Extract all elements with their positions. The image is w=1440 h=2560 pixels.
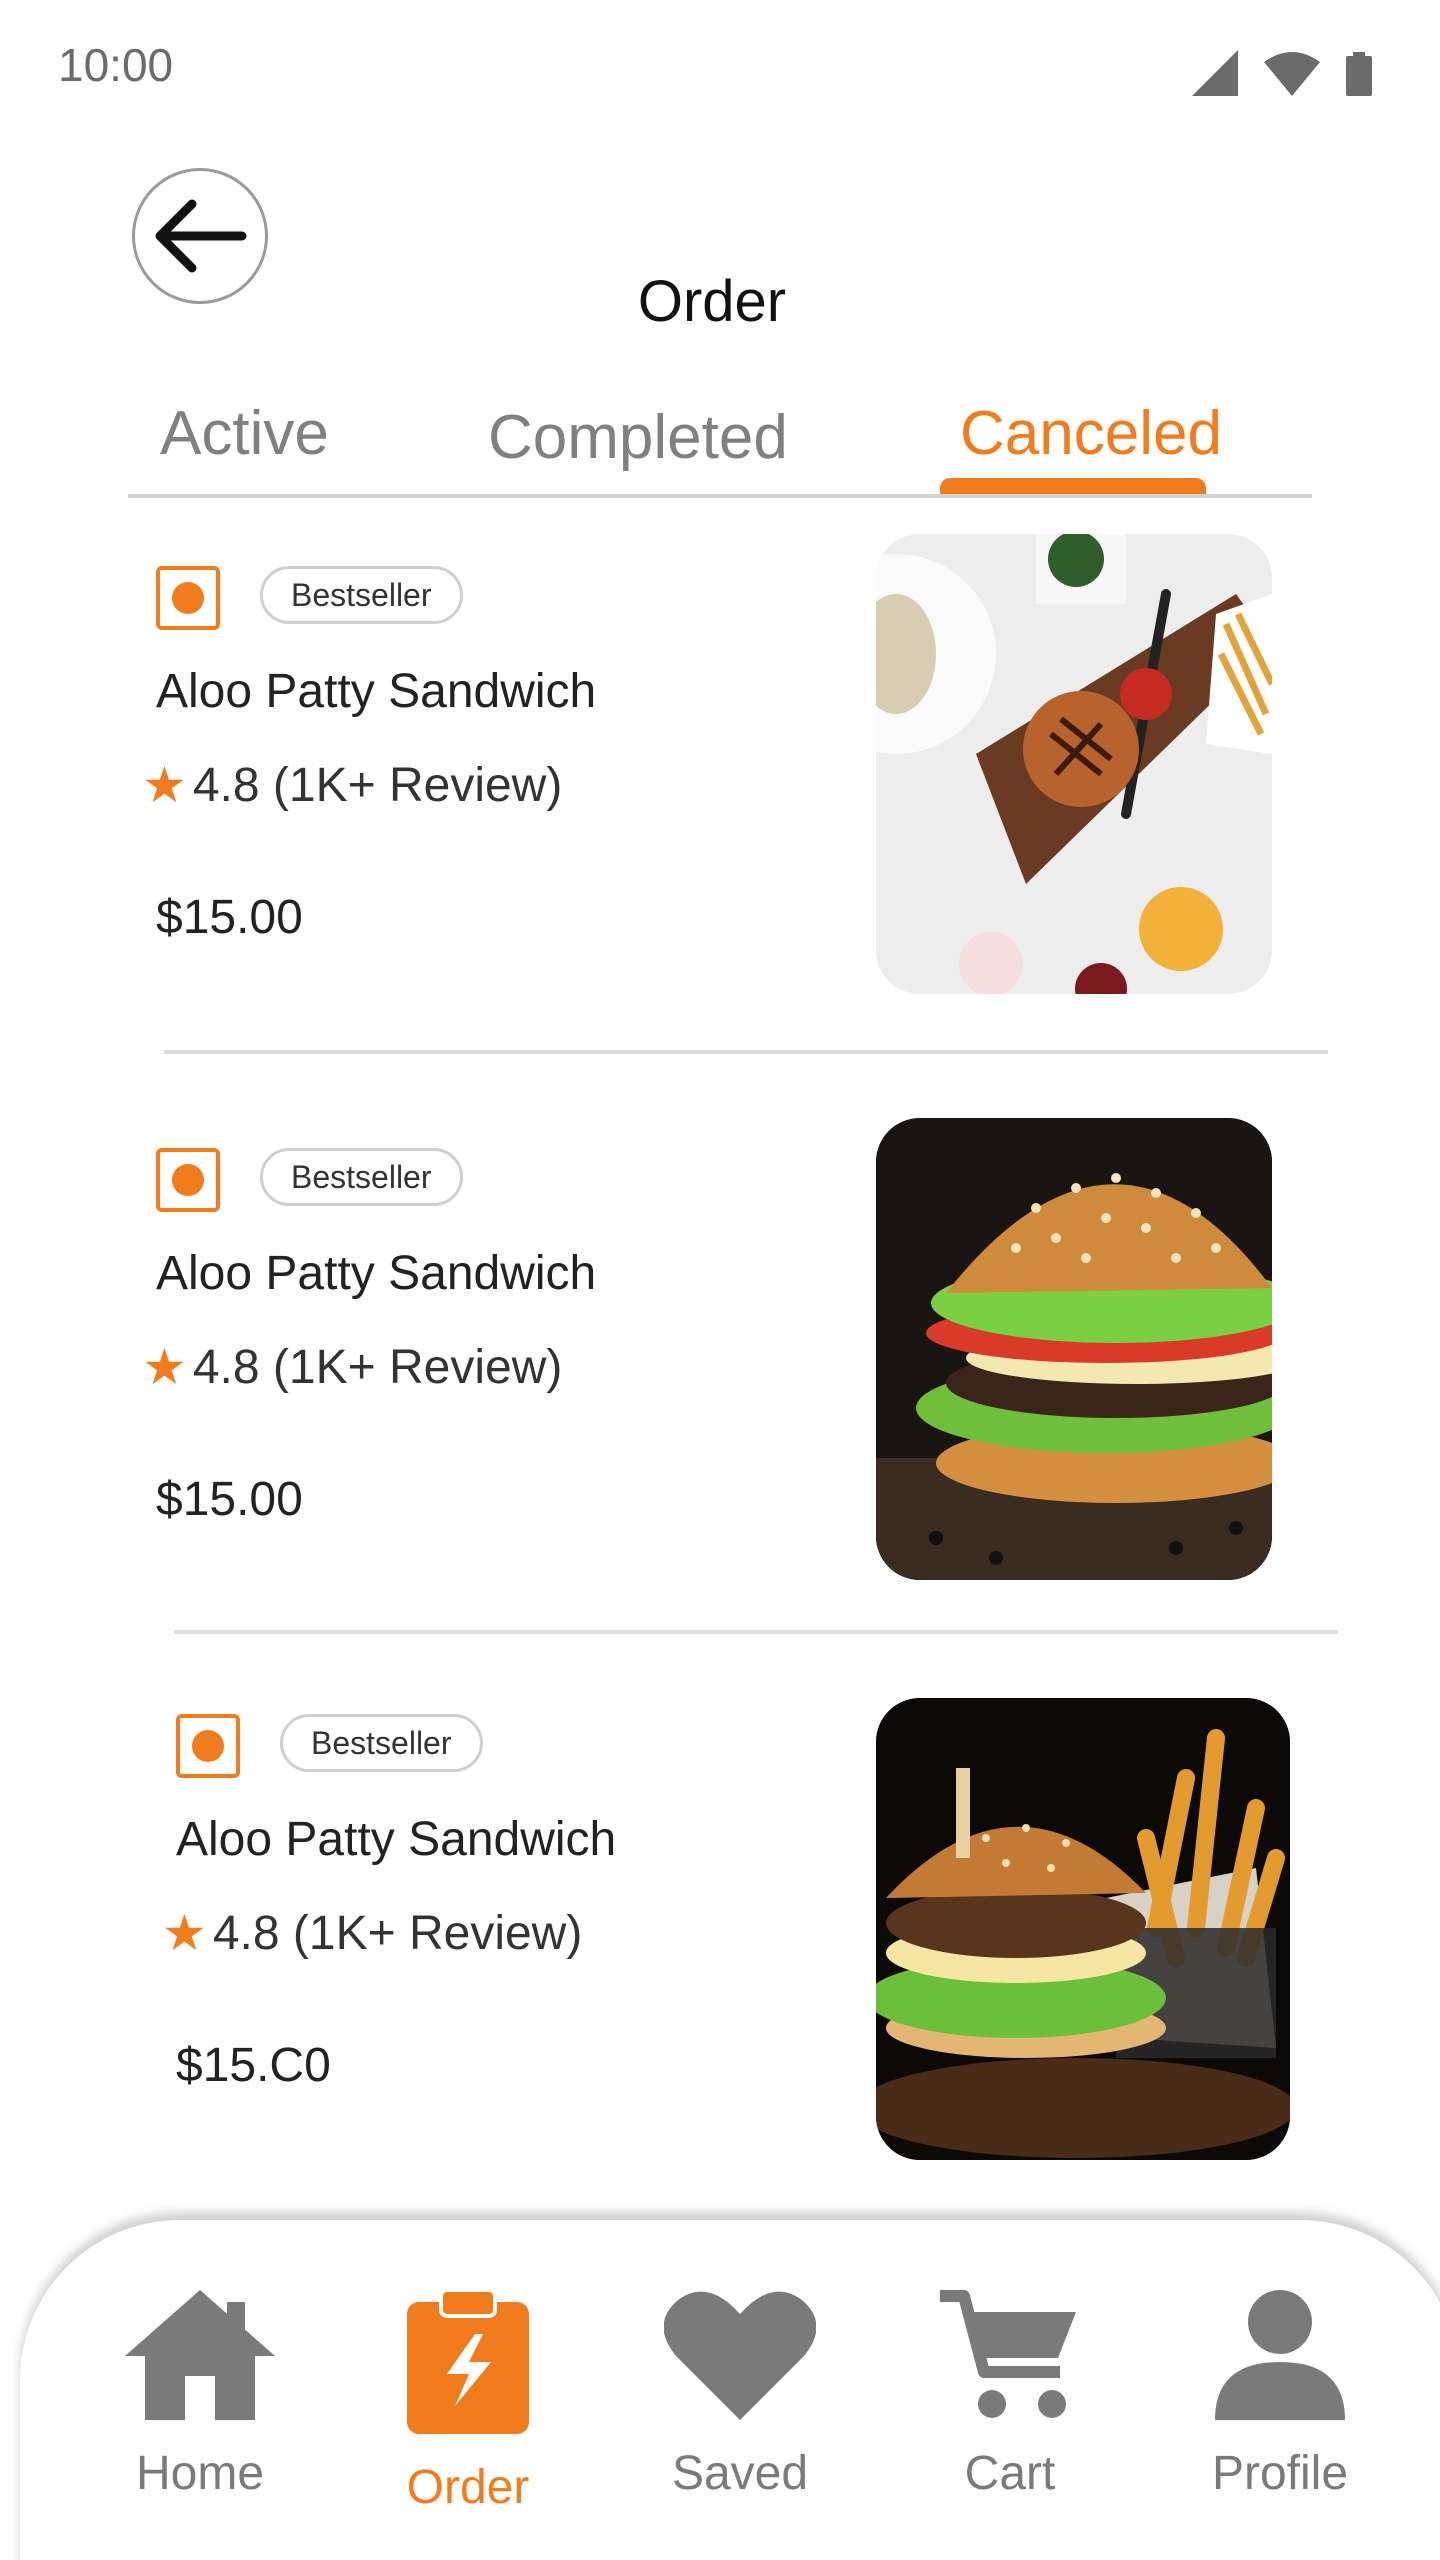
food-image xyxy=(876,1118,1272,1580)
nav-saved-label: Saved xyxy=(671,2447,809,2500)
nav-cart-label: Cart xyxy=(964,2447,1056,2500)
status-time: 10:00 xyxy=(58,39,174,91)
veg-mark-icon xyxy=(156,1148,220,1212)
order-clipboard-icon xyxy=(407,2290,529,2434)
status-icons xyxy=(1192,50,1372,96)
rating-text: 4.8 (1K+ Review) xyxy=(212,1906,583,1960)
tab-completed[interactable]: Completed xyxy=(488,402,788,473)
card-divider xyxy=(164,1050,1328,1054)
arrow-left-icon xyxy=(155,199,247,273)
tab-active-indicator xyxy=(940,478,1206,494)
item-price: $15.C0 xyxy=(176,2039,331,2092)
page-title: Order xyxy=(637,269,787,334)
heart-icon xyxy=(664,2291,816,2420)
item-name: Aloo Patty Sandwich xyxy=(156,1247,597,1300)
battery-icon xyxy=(1346,52,1372,96)
nav-cart[interactable]: Cart xyxy=(890,2290,1130,2501)
food-image xyxy=(876,534,1272,994)
profile-icon xyxy=(1215,2290,1345,2420)
order-card[interactable]: Bestseller Aloo Patty Sandwich ★ 4.8 (1K… xyxy=(0,1112,1440,1634)
nav-home-label: Home xyxy=(135,2447,265,2500)
nav-order[interactable]: Order xyxy=(348,2290,588,2515)
nav-saved[interactable]: Saved xyxy=(620,2290,860,2501)
bestseller-badge: Bestseller xyxy=(260,566,463,624)
order-card[interactable]: Bestseller Aloo Patty Sandwich ★ 4.8 (1K… xyxy=(0,1678,1440,2198)
star-icon: ★ xyxy=(142,757,187,813)
signal-icon xyxy=(1192,50,1238,96)
veg-mark-icon xyxy=(156,566,220,630)
nav-profile[interactable]: Profile xyxy=(1160,2290,1400,2501)
wifi-icon xyxy=(1264,52,1320,96)
bestseller-badge: Bestseller xyxy=(260,1148,463,1206)
tab-active[interactable]: Active xyxy=(160,398,329,469)
item-price: $15.00 xyxy=(156,1473,303,1526)
item-price: $15.00 xyxy=(156,891,303,944)
nav-home[interactable]: Home xyxy=(80,2290,320,2501)
nav-profile-label: Profile xyxy=(1211,2447,1349,2500)
bestseller-badge: Bestseller xyxy=(280,1714,483,1772)
item-rating: ★ 4.8 (1K+ Review) xyxy=(142,1338,562,1396)
food-image xyxy=(876,1698,1290,2160)
nav-order-label: Order xyxy=(406,2461,530,2514)
item-name: Aloo Patty Sandwich xyxy=(176,1813,617,1866)
item-rating: ★ 4.8 (1K+ Review) xyxy=(142,756,562,814)
item-name: Aloo Patty Sandwich xyxy=(156,665,597,718)
item-rating: ★ 4.8 (1K+ Review) xyxy=(162,1904,582,1962)
rating-text: 4.8 (1K+ Review) xyxy=(192,758,563,812)
home-icon xyxy=(125,2290,275,2420)
star-icon: ★ xyxy=(142,1339,187,1395)
rating-text: 4.8 (1K+ Review) xyxy=(192,1340,563,1394)
star-icon: ★ xyxy=(162,1905,207,1961)
tab-canceled[interactable]: Canceled xyxy=(960,398,1222,469)
order-card[interactable]: Bestseller Aloo Patty Sandwich ★ 4.8 (1K… xyxy=(0,530,1440,1054)
tabs-divider xyxy=(128,494,1312,498)
cart-icon xyxy=(940,2290,1076,2418)
card-divider xyxy=(174,1630,1338,1634)
veg-mark-icon xyxy=(176,1714,240,1778)
